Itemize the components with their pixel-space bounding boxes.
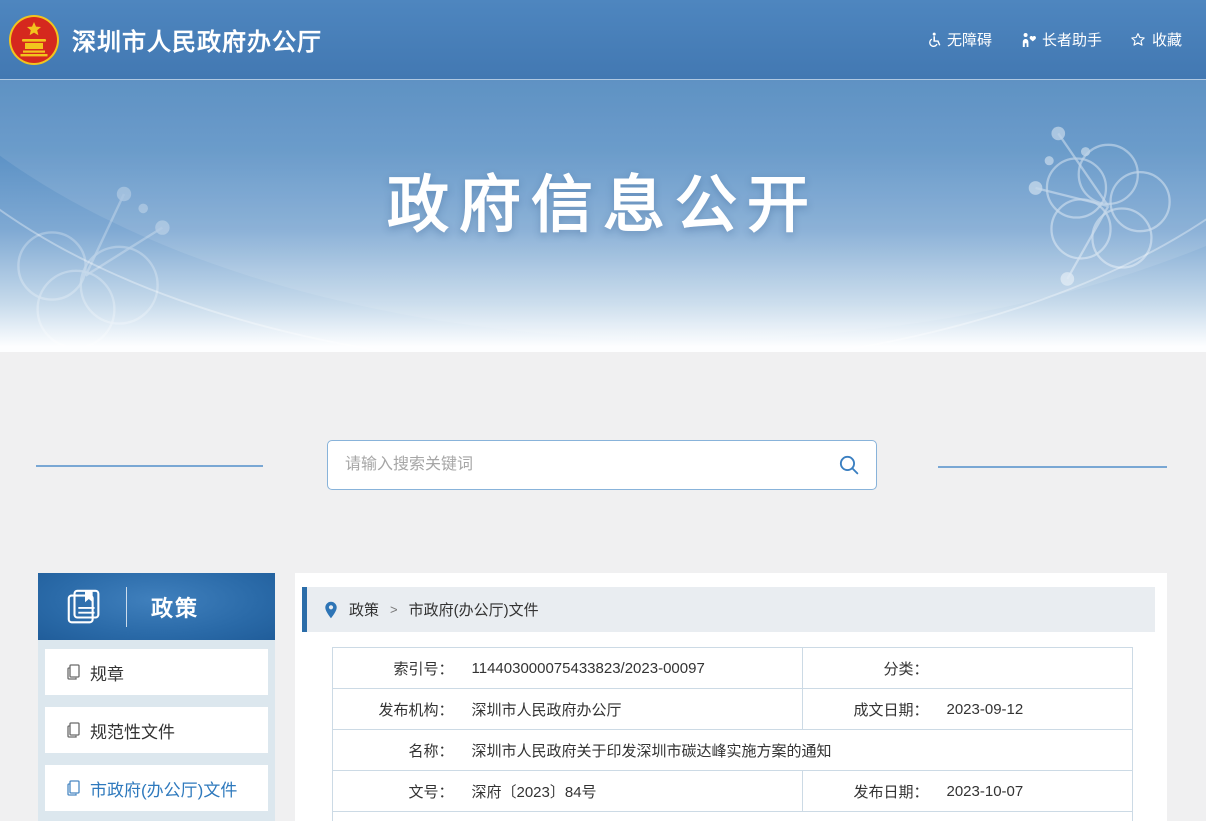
sidebar: 政策 规章规范性文件市政府(办公厅)文件	[38, 573, 275, 821]
search-icon	[838, 454, 860, 476]
table-value: 2023-10-07	[933, 771, 1133, 812]
table-value: 2023-09-12	[933, 689, 1133, 730]
table-label: 发布机构：	[333, 689, 458, 730]
doc-icon	[67, 722, 81, 738]
table-label: 文号：	[333, 771, 458, 812]
header-link-1[interactable]: 无障碍	[925, 29, 992, 50]
table-label: 发布日期：	[803, 771, 933, 812]
sidebar-header: 政策	[38, 573, 275, 640]
table-label: 索引号：	[333, 648, 458, 689]
content-area: 政策 规章规范性文件市政府(办公厅)文件 政策>市政府(办公厅)文件 索引号：1…	[0, 573, 1206, 821]
table-row: 文号：深府〔2023〕84号发布日期：2023-10-07	[333, 771, 1133, 812]
search-box	[327, 440, 877, 490]
site-brand: 深圳市人民政府办公厅	[8, 14, 925, 66]
table-label: 名称：	[333, 730, 458, 771]
star-icon	[1130, 32, 1146, 48]
location-pin-icon	[324, 601, 338, 619]
header-link-2[interactable]: 长者助手	[1020, 29, 1102, 50]
decorative-line-right	[938, 466, 1167, 468]
book-icon	[64, 586, 106, 628]
sidebar-menu: 规章规范性文件市政府(办公厅)文件	[38, 640, 275, 811]
sidebar-item-1[interactable]: 规章	[45, 649, 268, 695]
accessibility-icon	[925, 32, 941, 48]
main-panel: 政策 > 市政府(办公厅)文件 索引号：114403000075433823/202…	[295, 573, 1167, 821]
doc-icon	[67, 664, 81, 680]
table-value: 深圳市人民政府办公厅	[458, 689, 803, 730]
sidebar-item-label: 规范性文件	[90, 718, 175, 743]
breadcrumb-link[interactable]: 政策	[349, 599, 379, 620]
table-row: 名称：深圳市人民政府关于印发深圳市碳达峰实施方案的通知	[333, 730, 1133, 771]
decorative-line-left	[36, 465, 263, 467]
sidebar-title: 政策	[151, 591, 199, 623]
sidebar-item-label: 规章	[90, 660, 124, 685]
table-value: 深圳市人民政府关于印发深圳市碳达峰实施方案的通知	[458, 730, 1133, 771]
breadcrumb-separator: >	[390, 602, 398, 617]
breadcrumb-current: 市政府(办公厅)文件	[409, 599, 539, 620]
sidebar-item-2[interactable]: 规范性文件	[45, 707, 268, 753]
page-title: 政府信息公开	[0, 154, 1206, 244]
elder-assist-icon	[1020, 32, 1036, 48]
site-title: 深圳市人民政府办公厅	[72, 22, 322, 57]
breadcrumb: 政策 > 市政府(办公厅)文件	[302, 587, 1155, 632]
header-link-label: 收藏	[1152, 29, 1182, 50]
doc-icon	[67, 780, 81, 796]
header-link-label: 无障碍	[947, 29, 992, 50]
table-row: 索引号：114403000075433823/2023-00097分类：	[333, 648, 1133, 689]
header-link-label: 长者助手	[1042, 29, 1102, 50]
header-link-3[interactable]: 收藏	[1130, 29, 1182, 50]
table-label: 分类：	[803, 648, 933, 689]
header-utility-links: 无障碍 长者助手 收藏	[925, 29, 1182, 50]
table-value: 深府〔2023〕84号	[458, 771, 803, 812]
sidebar-header-divider	[126, 587, 127, 627]
search-section	[0, 352, 1206, 573]
national-emblem-icon	[8, 14, 60, 66]
sidebar-item-label: 市政府(办公厅)文件	[90, 776, 237, 801]
top-header-bar: 深圳市人民政府办公厅 无障碍 长者助手 收藏	[0, 0, 1206, 80]
table-row	[333, 812, 1133, 821]
table-row: 发布机构：深圳市人民政府办公厅成文日期：2023-09-12	[333, 689, 1133, 730]
search-button[interactable]	[832, 454, 876, 476]
table-value	[333, 812, 1133, 821]
table-label: 成文日期：	[803, 689, 933, 730]
table-value	[933, 648, 1133, 689]
document-meta-table: 索引号：114403000075433823/2023-00097分类：发布机构…	[332, 647, 1133, 821]
search-input[interactable]	[328, 441, 832, 489]
table-value: 114403000075433823/2023-00097	[458, 648, 803, 689]
breadcrumb-items: 政策 > 市政府(办公厅)文件	[349, 599, 539, 620]
sidebar-item-3[interactable]: 市政府(办公厅)文件	[45, 765, 268, 811]
page-banner: 政府信息公开	[0, 80, 1206, 352]
